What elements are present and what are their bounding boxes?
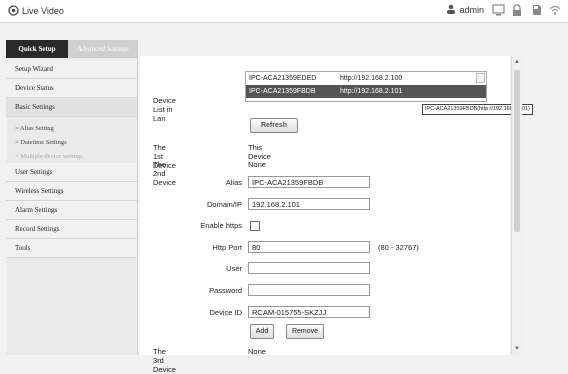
domain-input[interactable]: 192.168.2.101 [248, 198, 370, 210]
port-range: (80 - 32767) [378, 243, 419, 252]
sidebar-nav: Setup Wizard Device Status Basic Setting… [6, 60, 137, 258]
add-button[interactable]: Add [250, 324, 274, 339]
list-item-selected[interactable]: IPC-ACA21359FBDB http://192.168.2.101 [246, 85, 486, 98]
https-label: Enable https [200, 221, 242, 230]
live-video-link[interactable]: Live Video [8, 4, 64, 18]
sidebar-sub-multiple-device-settings[interactable]: > Multiple device settings [6, 149, 137, 163]
third-device-label: The 3rd Device [153, 347, 176, 374]
tab-advanced-settings[interactable]: Advanced Settings [68, 40, 138, 58]
sidebar-sub-alias-setting[interactable]: > Alias Setting [6, 121, 137, 135]
alias-label: Alias [225, 178, 242, 187]
port-input[interactable]: 80 [248, 241, 370, 253]
sidebar-item-record-settings[interactable]: Record Settings [6, 220, 137, 239]
list-item[interactable]: IPC-ACA21359EDED http://192.168.2.100 [246, 72, 486, 85]
device-list-label: Device List in Lan [153, 96, 176, 123]
main-scrollbar[interactable]: ▲ ▼ [511, 56, 522, 355]
username: admin [459, 5, 484, 15]
scrollbar-thumb[interactable] [514, 70, 520, 232]
https-checkbox[interactable] [250, 221, 260, 231]
password-label: Password [209, 286, 242, 295]
list-scroll-up[interactable] [476, 73, 485, 83]
app-title: Live Video [22, 6, 64, 16]
user-icon [446, 4, 456, 16]
settings-tabs: Quick Setup Advanced Settings [6, 40, 138, 58]
scroll-down-arrow[interactable]: ▼ [513, 345, 521, 353]
camera-icon [8, 4, 19, 18]
alias-input[interactable]: IPC-ACA21359FBDB [248, 176, 370, 188]
sd-card-icon[interactable] [529, 3, 543, 17]
lock-icon[interactable] [510, 3, 524, 17]
sidebar-item-setup-wizard[interactable]: Setup Wizard [6, 60, 137, 79]
device-name: IPC-ACA21359FBDB [249, 88, 316, 95]
remove-button[interactable]: Remove [286, 324, 324, 339]
device-url: http://192.168.2.100 [340, 75, 403, 82]
sidebar-item-alarm-settings[interactable]: Alarm Settings [6, 201, 137, 220]
device-id-input[interactable]: RCAM-015755-SKZJJ [248, 306, 370, 318]
device-url: http://192.168.2.101 [340, 88, 403, 95]
network-icon[interactable] [491, 3, 505, 17]
wifi-icon[interactable] [548, 3, 562, 17]
sidebar-item-wireless-settings[interactable]: Wireless Settings [6, 182, 137, 201]
scroll-up-arrow[interactable]: ▲ [513, 58, 521, 66]
device-name: IPC-ACA21359EDED [249, 75, 317, 82]
top-bar: Live Video admin [0, 0, 568, 23]
device-list[interactable]: IPC-ACA21359EDED http://192.168.2.100 IP… [245, 71, 487, 102]
device-id-label: Device ID [209, 308, 242, 317]
domain-label: Domain/IP [206, 200, 242, 209]
sidebar-item-tools[interactable]: Tools [6, 239, 137, 258]
tab-quick-setup[interactable]: Quick Setup [6, 40, 68, 58]
user-input[interactable] [248, 262, 370, 274]
password-input[interactable] [248, 284, 370, 296]
refresh-button[interactable]: Refresh [250, 118, 298, 133]
sidebar-item-user-settings[interactable]: User Settings [6, 163, 137, 182]
sidebar-sub-datetime-settings[interactable]: > Datetime Settings [6, 135, 137, 149]
user-menu[interactable]: admin [446, 4, 484, 16]
second-device-value: None [248, 160, 266, 169]
sidebar-item-basic-settings[interactable]: Basic Settings [6, 98, 137, 117]
port-label: Http Port [212, 243, 242, 252]
first-device-value: This Device [248, 143, 271, 161]
user-label: User [226, 264, 242, 273]
sidebar-item-device-status[interactable]: Device Status [6, 79, 137, 98]
main-panel: Device List in Lan IPC-ACA21359EDED http… [140, 56, 533, 374]
